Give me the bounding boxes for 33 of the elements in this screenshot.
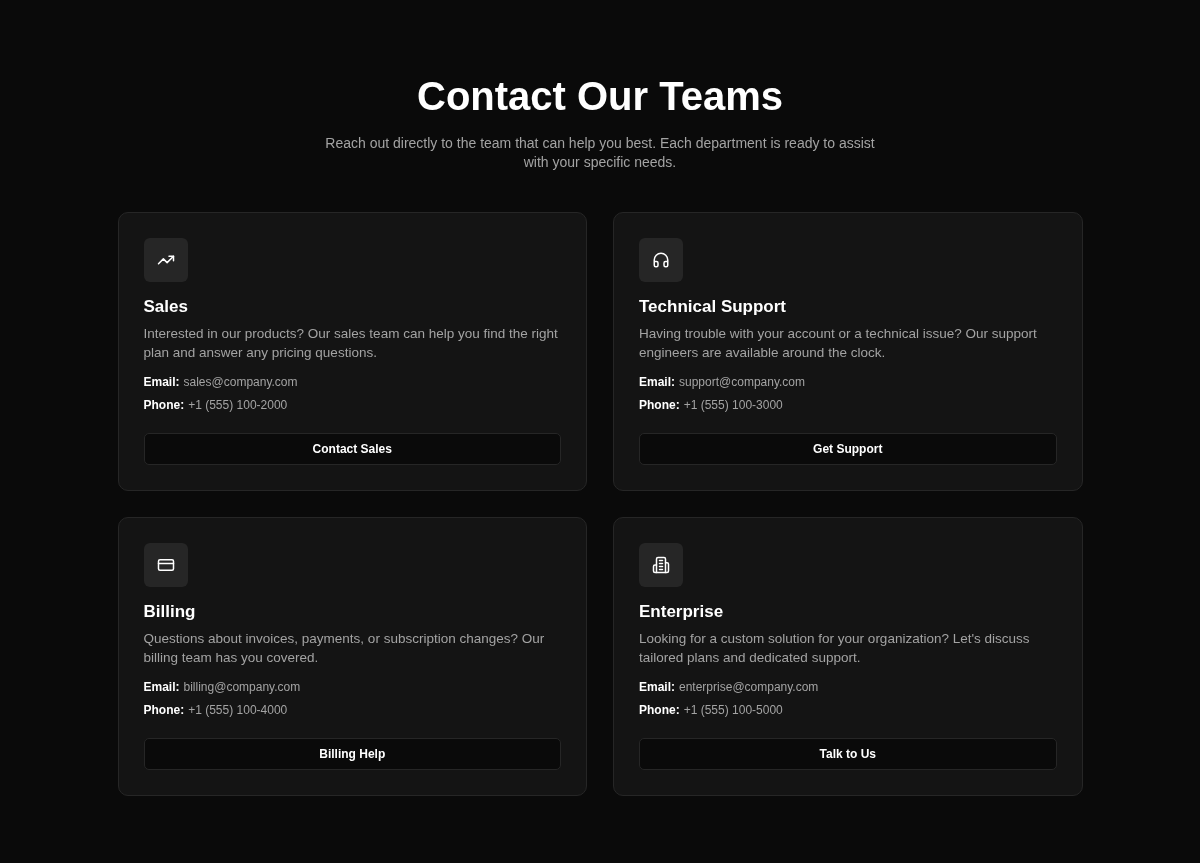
email-label: Email: <box>143 374 180 390</box>
team-title: Technical Support <box>639 296 788 318</box>
team-description: Looking for a custom solution for your organization? Let's discuss tailored plans and dedicated support. <box>639 630 1031 667</box>
phone-number: +1 (555) 100-2000 <box>188 397 288 413</box>
email-address: enterprise@company.com <box>679 679 819 695</box>
contact-button[interactable]: Get Support <box>639 433 1057 465</box>
phone-label: Phone: <box>639 397 680 413</box>
page-subtitle: Reach out directly to the team that can help you best. Each department is ready to assist with your specific needs. <box>324 134 876 172</box>
team-title: Enterprise <box>639 601 725 623</box>
email-address: support@company.com <box>679 374 806 390</box>
building-icon <box>652 556 670 574</box>
page-title: Contact Our Teams <box>417 73 783 120</box>
team-title: Sales <box>143 296 189 318</box>
phone-label: Phone: <box>639 702 680 718</box>
team-description: Questions about invoices, payments, or subscription changes? Our billing team has you covered. <box>143 630 546 667</box>
email-label: Email: <box>639 374 675 390</box>
email-address: billing@company.com <box>183 679 301 695</box>
email-address: sales@company.com <box>183 374 298 390</box>
team-title: Billing <box>143 601 197 623</box>
phone-label: Phone: <box>143 702 185 718</box>
team-description: Interested in our products? Our sales team can help you find the right plan and answer any pricing questions. <box>143 325 559 362</box>
credit-card-icon <box>156 556 175 574</box>
email-label: Email: <box>639 679 675 695</box>
contact-button[interactable]: Talk to Us <box>639 738 1057 770</box>
headphones-icon <box>652 251 670 269</box>
phone-number: +1 (555) 100-4000 <box>188 702 288 718</box>
team-description: Having trouble with your account or a technical issue? Our support engineers are available around the clock. <box>639 325 1038 362</box>
phone-number: +1 (555) 100-5000 <box>683 702 783 718</box>
phone-number: +1 (555) 100-3000 <box>683 397 783 413</box>
email-label: Email: <box>143 679 180 695</box>
contact-button[interactable]: Billing Help <box>143 738 561 770</box>
contact-button[interactable]: Contact Sales <box>143 433 561 465</box>
phone-label: Phone: <box>143 397 185 413</box>
